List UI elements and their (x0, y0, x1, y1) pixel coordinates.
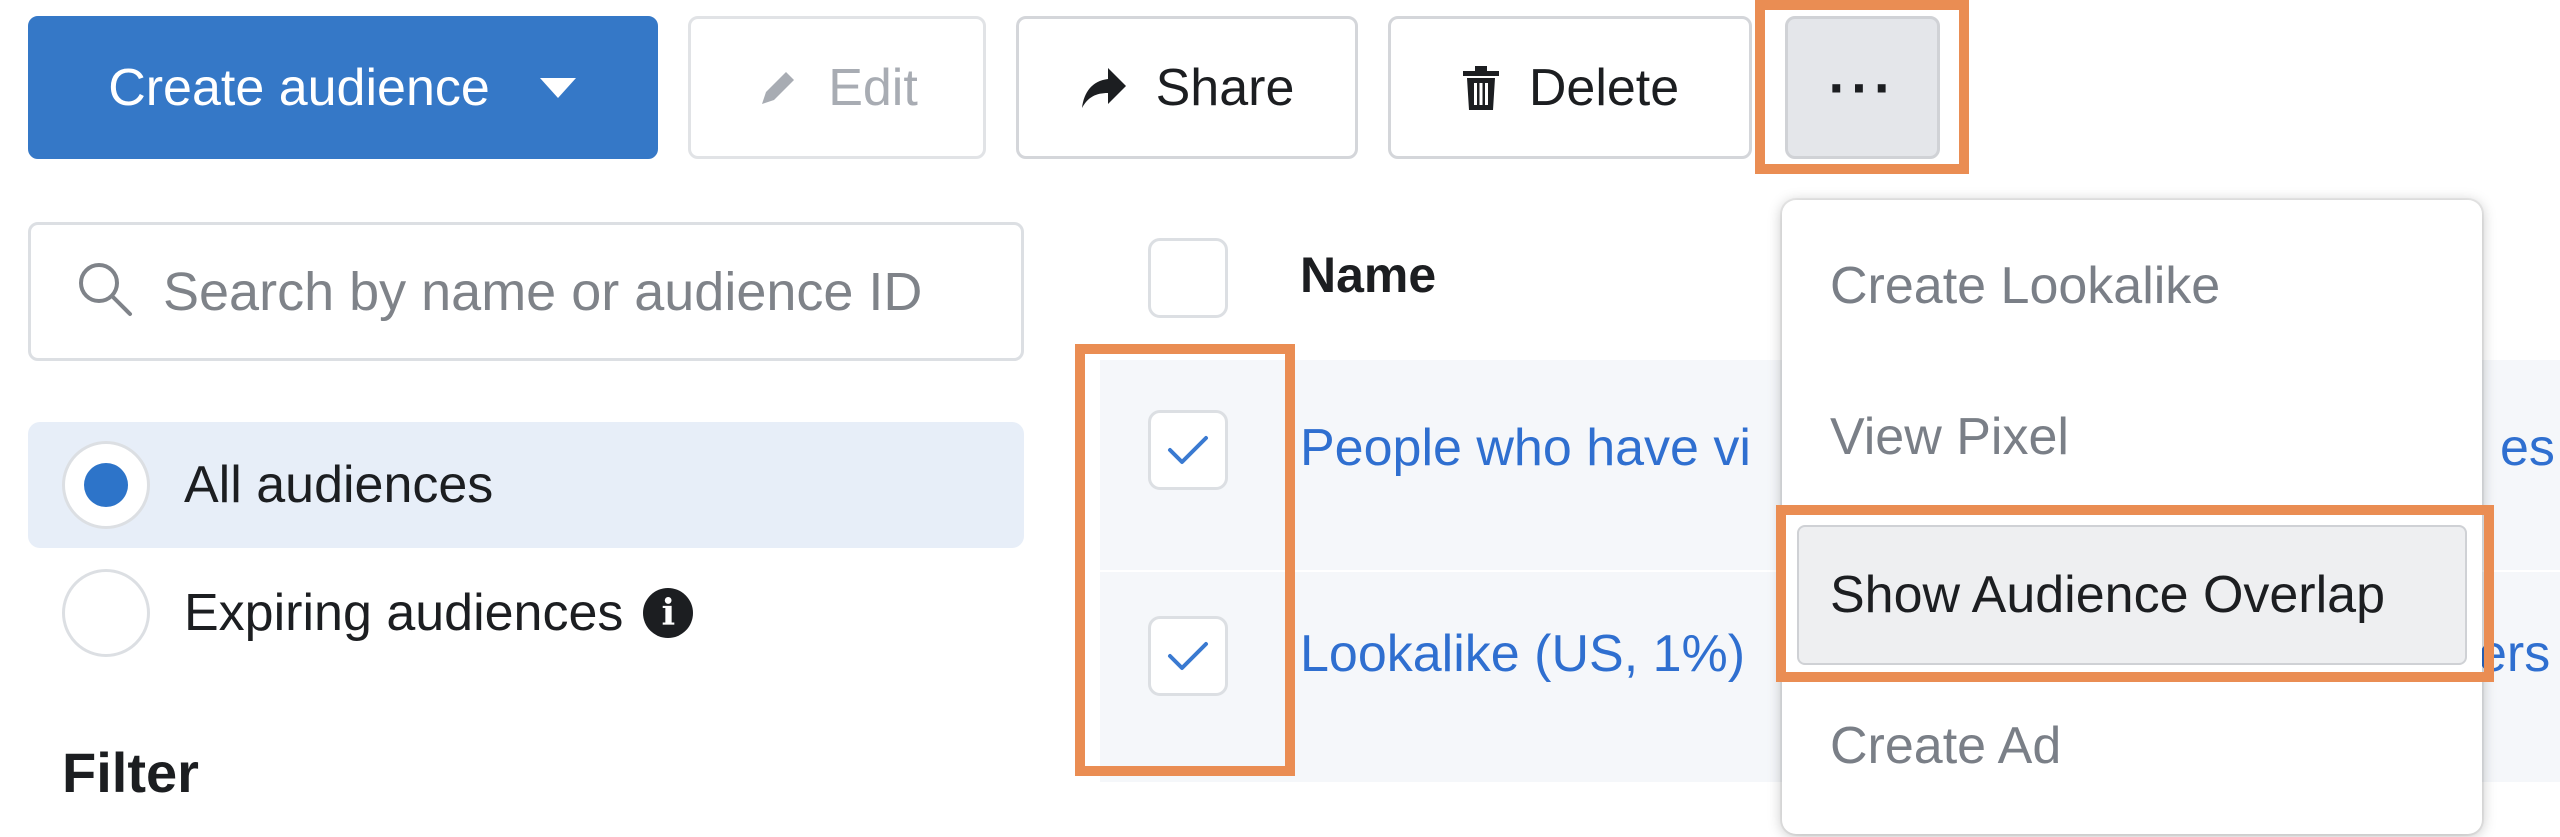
info-icon[interactable]: i (643, 588, 694, 638)
select-all-checkbox[interactable] (1148, 238, 1228, 318)
filter-expiring-audiences[interactable]: Expiring audiences i (28, 550, 1024, 676)
share-arrow-icon (1080, 66, 1128, 110)
menu-item-create-lookalike[interactable]: Create Lookalike (1782, 226, 2482, 346)
radio-expiring-audiences[interactable] (62, 569, 150, 657)
delete-button[interactable]: Delete (1388, 16, 1752, 159)
column-header-name: Name (1300, 247, 1437, 303)
audience-name-overflow: es (2500, 419, 2555, 477)
edit-label: Edit (828, 58, 918, 117)
audience-name-link[interactable]: Lookalike (US, 1%) (1300, 624, 1745, 684)
pencil-icon (756, 66, 800, 110)
all-audiences-label: All audiences (184, 456, 494, 514)
caret-down-icon (538, 76, 578, 100)
more-button-highlight-box (1755, 0, 1969, 174)
share-label: Share (1155, 58, 1295, 117)
expiring-audiences-label: Expiring audiences (184, 584, 624, 642)
trash-icon (1461, 65, 1501, 111)
search-input[interactable] (163, 260, 1021, 323)
share-button[interactable]: Share (1016, 16, 1358, 159)
filter-all-audiences[interactable]: All audiences (28, 422, 1024, 548)
radio-all-audiences[interactable] (62, 441, 150, 529)
search-box[interactable] (28, 222, 1024, 361)
search-icon (75, 259, 135, 324)
filter-heading: Filter (62, 741, 199, 804)
overlap-highlight-box (1776, 505, 2494, 682)
edit-button[interactable]: Edit (688, 16, 986, 159)
create-audience-button[interactable]: Create audience (28, 16, 658, 159)
create-audience-label: Create audience (108, 58, 490, 117)
delete-label: Delete (1528, 58, 1680, 117)
menu-item-view-pixel[interactable]: View Pixel (1782, 377, 2482, 497)
checkbox-highlight-box (1075, 344, 1295, 776)
audience-name-link[interactable]: People who have vi (1300, 418, 1751, 478)
menu-item-create-ad[interactable]: Create Ad (1782, 686, 2482, 806)
